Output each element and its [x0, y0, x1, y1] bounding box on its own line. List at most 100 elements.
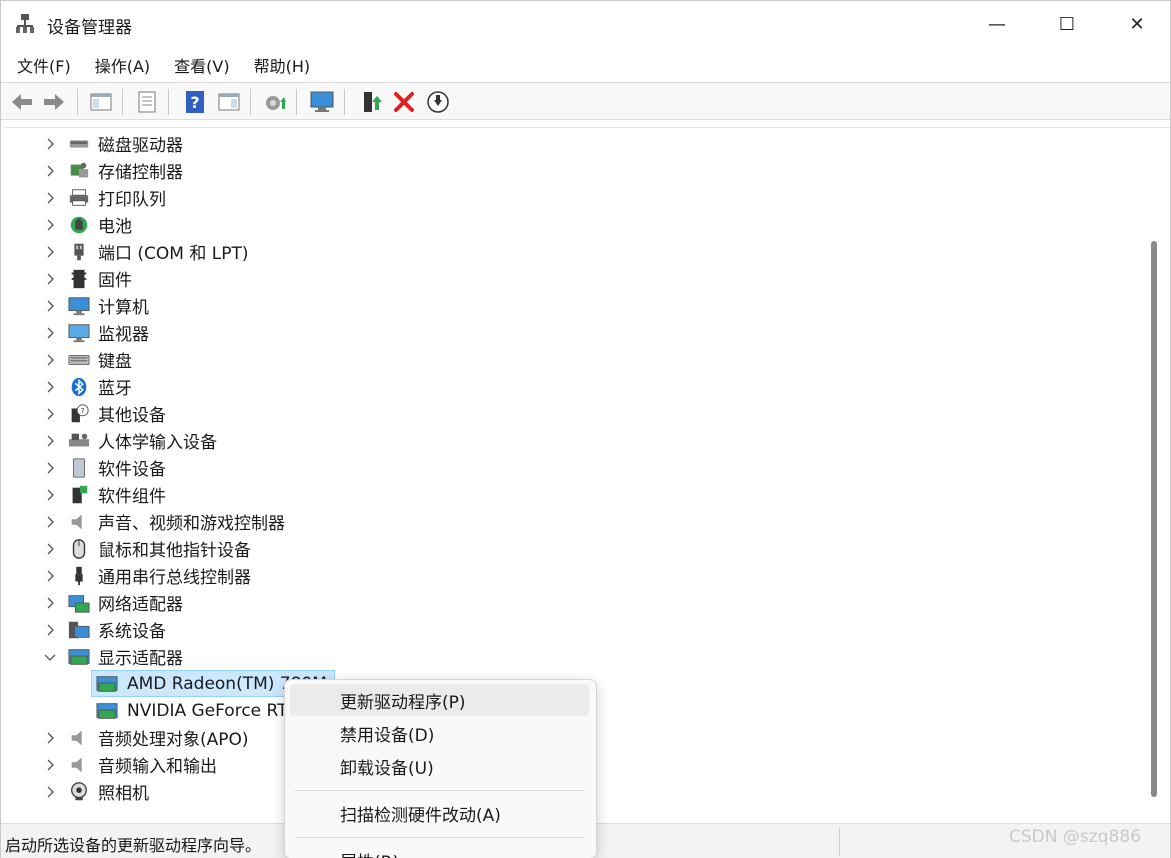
scan-hardware-icon	[310, 91, 334, 112]
minimize-icon: —	[988, 13, 1006, 35]
chevron-right-icon[interactable]	[43, 623, 57, 637]
scan-hardware-changes-menu-item[interactable]: 扫描检测硬件改动(A)	[290, 797, 589, 829]
usb-icon	[67, 565, 91, 587]
tree-category-item[interactable]: 计算机	[5, 292, 1145, 319]
tree-category-item[interactable]: 键盘	[5, 346, 1145, 373]
tree-category-item[interactable]: ? 其他设备	[5, 400, 1145, 427]
forward-button[interactable]	[41, 89, 67, 115]
enable-device-button[interactable]	[358, 89, 384, 115]
properties-button[interactable]	[134, 89, 160, 115]
tree-category-item[interactable]: 蓝牙	[5, 373, 1145, 400]
tree-category-item[interactable]: 监视器	[5, 319, 1145, 346]
monitor-icon	[67, 322, 91, 344]
mouse-icon	[67, 538, 91, 560]
chevron-right-icon[interactable]	[43, 434, 57, 448]
menu-help[interactable]: 帮助(H)	[246, 49, 319, 81]
tree-category-item[interactable]: 声音、视频和游戏控制器	[5, 508, 1145, 535]
download-driver-icon	[427, 91, 449, 113]
scrollbar-thumb[interactable]	[1151, 241, 1157, 797]
tree-category-item[interactable]: 软件组件	[5, 481, 1145, 508]
download-driver-button[interactable]	[425, 89, 451, 115]
chevron-right-icon[interactable]	[43, 164, 57, 178]
tree-item-label: 通用串行总线控制器	[98, 568, 251, 588]
chevron-right-icon[interactable]	[43, 407, 57, 421]
maximize-button[interactable]: ☐	[1032, 1, 1102, 47]
tree-category-item[interactable]: 鼠标和其他指针设备	[5, 535, 1145, 562]
context-menu: 更新驱动程序(P)禁用设备(D)卸载设备(U) 扫描检测硬件改动(A) 属性(R)	[284, 679, 597, 858]
chevron-right-icon[interactable]	[43, 542, 57, 556]
tree-category-item[interactable]: 通用串行总线控制器	[5, 562, 1145, 589]
chevron-right-icon[interactable]	[43, 461, 57, 475]
tree-item-label: 照相机	[98, 784, 149, 804]
properties-menu-item[interactable]: 属性(R)	[290, 844, 589, 858]
tree-category-item[interactable]: 软件设备	[5, 454, 1145, 481]
chevron-down-icon[interactable]	[43, 650, 57, 664]
scan-hardware-button[interactable]	[309, 89, 335, 115]
tree-category-item[interactable]: 打印队列	[5, 184, 1145, 211]
window-title: 设备管理器	[47, 18, 132, 38]
tree-item-label: 电池	[98, 217, 132, 237]
chevron-right-icon[interactable]	[43, 326, 57, 340]
chevron-right-icon[interactable]	[43, 731, 57, 745]
menu-action[interactable]: 操作(A)	[87, 49, 158, 81]
chevron-right-icon[interactable]	[43, 758, 57, 772]
toolbar-separator	[250, 89, 251, 115]
bluetooth-icon	[67, 376, 91, 398]
chevron-right-icon[interactable]	[43, 353, 57, 367]
tree-item-label: 存储控制器	[98, 163, 183, 183]
tree-category-item[interactable]: 显示适配器	[5, 643, 1145, 670]
close-button[interactable]: ✕	[1102, 1, 1171, 47]
back-button[interactable]	[9, 89, 35, 115]
speaker-icon	[67, 727, 91, 749]
tree-category-item[interactable]: 固件	[5, 265, 1145, 292]
tree-category-item[interactable]: 网络适配器	[5, 589, 1145, 616]
tree-item-label: 蓝牙	[98, 379, 132, 399]
watermark: CSDN @szq886	[1009, 827, 1141, 847]
chevron-right-icon[interactable]	[43, 596, 57, 610]
chevron-right-icon[interactable]	[43, 785, 57, 799]
action-pane-button[interactable]	[216, 89, 242, 115]
chevron-right-icon[interactable]	[43, 515, 57, 529]
chevron-right-icon[interactable]	[43, 245, 57, 259]
chevron-right-icon[interactable]	[43, 488, 57, 502]
tree-item-label: 监视器	[98, 325, 149, 345]
tree-item-label: 音频处理对象(APO)	[98, 730, 249, 750]
computer-icon	[67, 295, 91, 317]
uninstall-device-menu-item[interactable]: 卸载设备(U)	[290, 750, 589, 782]
title-bar[interactable]: 设备管理器 — ☐ ✕	[1, 1, 1170, 47]
help-button[interactable]: ?	[182, 89, 208, 115]
minimize-button[interactable]: —	[962, 1, 1032, 47]
hid-icon	[67, 430, 91, 452]
tree-category-item[interactable]: 端口 (COM 和 LPT)	[5, 238, 1145, 265]
tree-category-item[interactable]: 电池	[5, 211, 1145, 238]
chevron-right-icon[interactable]	[43, 191, 57, 205]
speaker-icon	[67, 511, 91, 533]
forward-icon	[44, 94, 64, 110]
menu-view[interactable]: 查看(V)	[166, 49, 237, 81]
printer-icon	[67, 187, 91, 209]
tree-item-label: 端口 (COM 和 LPT)	[98, 244, 249, 264]
update-driver-button[interactable]	[262, 89, 288, 115]
chevron-right-icon[interactable]	[43, 380, 57, 394]
chevron-right-icon[interactable]	[43, 299, 57, 313]
device-manager-app-icon	[16, 14, 34, 33]
tree-category-item[interactable]: 系统设备	[5, 616, 1145, 643]
tree-category-item[interactable]: 人体学输入设备	[5, 427, 1145, 454]
show-hide-console-tree-button[interactable]	[88, 89, 114, 115]
disable-device-menu-item[interactable]: 禁用设备(D)	[290, 717, 589, 749]
menu-file[interactable]: 文件(F)	[9, 49, 79, 81]
uninstall-device-button[interactable]	[391, 89, 417, 115]
firmware-icon	[67, 268, 91, 290]
close-icon: ✕	[1129, 13, 1145, 35]
chevron-right-icon[interactable]	[43, 272, 57, 286]
chevron-right-icon[interactable]	[43, 569, 57, 583]
chevron-right-icon[interactable]	[43, 137, 57, 151]
svg-text:?: ?	[190, 93, 199, 112]
tree-category-item[interactable]: 磁盘驱动器	[5, 130, 1145, 157]
chevron-right-icon[interactable]	[43, 218, 57, 232]
tree-item-label: 音频输入和输出	[98, 757, 217, 777]
update-driver-menu-item[interactable]: 更新驱动程序(P)	[290, 684, 589, 716]
tree-item-label: 显示适配器	[98, 649, 183, 669]
toolbar-separator	[344, 89, 345, 115]
tree-category-item[interactable]: 存储控制器	[5, 157, 1145, 184]
